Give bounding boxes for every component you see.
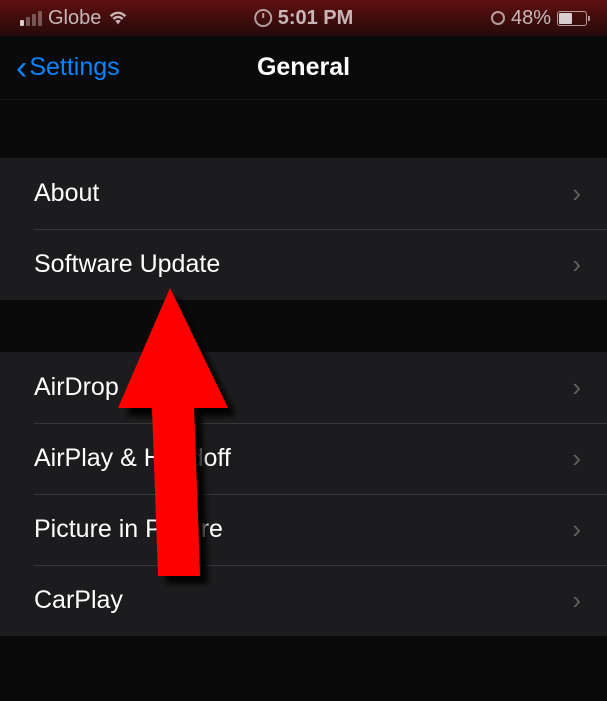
row-picture-in-picture[interactable]: Picture in Picture › <box>0 494 607 565</box>
back-button[interactable]: ‹ Settings <box>16 51 120 85</box>
time-label: 5:01 PM <box>278 7 354 30</box>
chevron-right-icon: › <box>572 178 581 209</box>
row-label: Picture in Picture <box>34 515 223 544</box>
row-airdrop[interactable]: AirDrop › <box>0 352 607 423</box>
chevron-right-icon: › <box>572 585 581 616</box>
row-carplay[interactable]: CarPlay › <box>0 565 607 636</box>
content: About › Software Update › AirDrop › AirP… <box>0 100 607 636</box>
wifi-icon <box>107 9 129 27</box>
row-label: AirPlay & Handoff <box>34 444 231 473</box>
page-title: General <box>257 53 350 82</box>
settings-group: About › Software Update › <box>0 158 607 300</box>
row-software-update[interactable]: Software Update › <box>0 229 607 300</box>
chevron-left-icon: ‹ <box>16 51 27 85</box>
row-label: About <box>34 179 99 208</box>
carrier-label: Globe <box>48 7 101 30</box>
clock-icon <box>254 9 272 27</box>
chevron-right-icon: › <box>572 514 581 545</box>
row-label: AirDrop <box>34 373 119 402</box>
chevron-right-icon: › <box>572 372 581 403</box>
chevron-right-icon: › <box>572 249 581 280</box>
row-label: CarPlay <box>34 586 123 615</box>
settings-group: AirDrop › AirPlay & Handoff › Picture in… <box>0 352 607 636</box>
status-right: 48% <box>491 7 587 30</box>
status-center: 5:01 PM <box>254 7 354 30</box>
chevron-right-icon: › <box>572 443 581 474</box>
nav-bar: ‹ Settings General <box>0 36 607 100</box>
row-about[interactable]: About › <box>0 158 607 229</box>
status-bar: Globe 5:01 PM 48% <box>0 0 607 36</box>
signal-icon <box>20 11 42 26</box>
status-left: Globe <box>20 7 129 30</box>
row-airplay-handoff[interactable]: AirPlay & Handoff › <box>0 423 607 494</box>
battery-pct-label: 48% <box>511 7 551 30</box>
battery-icon <box>557 11 587 26</box>
orientation-lock-icon <box>491 11 505 25</box>
back-label: Settings <box>29 53 119 82</box>
row-label: Software Update <box>34 250 220 279</box>
